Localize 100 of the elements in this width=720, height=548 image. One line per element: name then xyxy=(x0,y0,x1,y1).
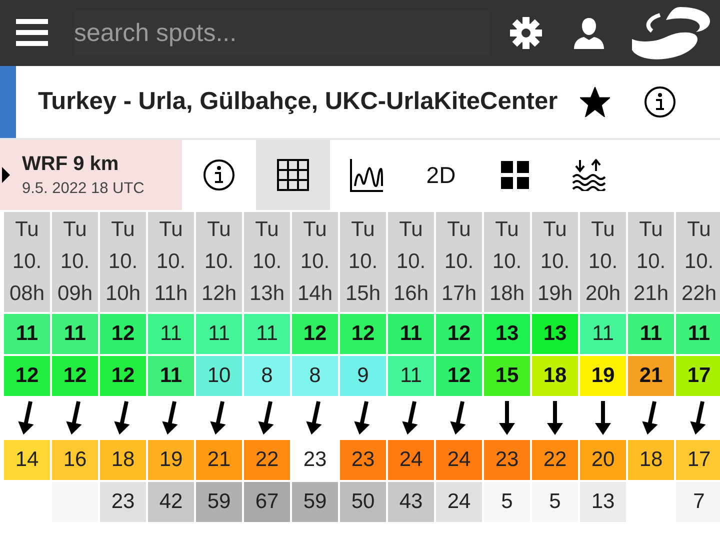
hour: 10h xyxy=(105,281,141,307)
hour: 22h xyxy=(681,281,717,307)
cloud-cover-cell: 5 xyxy=(484,482,530,522)
date: 10. xyxy=(12,249,42,275)
temperature-cell: 23 xyxy=(340,440,386,480)
wind-gust-cell: 8 xyxy=(292,356,338,396)
cloud-cover-cell: 5 xyxy=(532,482,578,522)
wind-speed-cell: 11 xyxy=(676,314,720,354)
temperature-cell: 24 xyxy=(388,440,434,480)
hour: 12h xyxy=(201,281,237,307)
temperature-cell: 20 xyxy=(580,440,626,480)
temperature-cell: 21 xyxy=(196,440,242,480)
weekday: Tu xyxy=(303,217,327,243)
weekday: Tu xyxy=(63,217,87,243)
hour: 21h xyxy=(633,281,669,307)
temperature-cell: 24 xyxy=(436,440,482,480)
hour: 13h xyxy=(249,281,285,307)
weekday: Tu xyxy=(591,217,615,243)
date: 10. xyxy=(300,249,330,275)
temperature-cell: 19 xyxy=(148,440,194,480)
weekday: Tu xyxy=(255,217,279,243)
accent-strip xyxy=(0,66,16,138)
temperature-cell: 22 xyxy=(244,440,290,480)
logo-icon[interactable] xyxy=(630,5,712,61)
cloud-cover-cell: 42 xyxy=(148,482,194,522)
wind-speed-cell: 12 xyxy=(340,314,386,354)
temperature-cell: 22 xyxy=(532,440,578,480)
wind-gust-cell: 12 xyxy=(52,356,98,396)
wind-gust-cell: 21 xyxy=(628,356,674,396)
date: 10. xyxy=(588,249,618,275)
hour: 20h xyxy=(585,281,621,307)
weekday: Tu xyxy=(351,217,375,243)
wind-speed-cell: 11 xyxy=(628,314,674,354)
temperature-cell: 23 xyxy=(484,440,530,480)
wind-gust-cell: 12 xyxy=(100,356,146,396)
hour: 17h xyxy=(441,281,477,307)
temperature-cell: 18 xyxy=(100,440,146,480)
hour: 15h xyxy=(345,281,381,307)
weekday: Tu xyxy=(687,217,711,243)
wind-speed-cell: 11 xyxy=(196,314,242,354)
wind-speed-cell: 11 xyxy=(4,314,50,354)
wind-gust-cell: 17 xyxy=(676,356,720,396)
temperature-cell: 17 xyxy=(676,440,720,480)
star-icon[interactable] xyxy=(580,87,610,117)
tide-icon[interactable] xyxy=(572,159,606,191)
info-icon[interactable] xyxy=(644,86,676,118)
wind-gust-cell: 19 xyxy=(580,356,626,396)
date: 10. xyxy=(156,249,186,275)
cloud-cover-cell: 13 xyxy=(580,482,626,522)
hour: 19h xyxy=(537,281,573,307)
hour: 09h xyxy=(57,281,93,307)
wind-speed-cell: 11 xyxy=(148,314,194,354)
wind-speed-cell: 12 xyxy=(100,314,146,354)
wind-gust-cell: 10 xyxy=(196,356,242,396)
wind-speed-cell: 11 xyxy=(388,314,434,354)
weekday: Tu xyxy=(399,217,423,243)
view-tab[interactable]: 2D xyxy=(426,162,456,188)
weekday: Tu xyxy=(447,217,471,243)
wind-gust-cell: 12 xyxy=(4,356,50,396)
wind-gust-cell: 18 xyxy=(532,356,578,396)
cloud-cover-cell: 7 xyxy=(676,482,720,522)
weekday: Tu xyxy=(207,217,231,243)
weekday: Tu xyxy=(639,217,663,243)
temperature-cell: 14 xyxy=(4,440,50,480)
menu-icon[interactable] xyxy=(16,19,48,47)
user-icon[interactable] xyxy=(574,17,604,49)
settings-icon[interactable] xyxy=(510,17,542,49)
grid-icon[interactable] xyxy=(277,159,309,191)
wind-gust-cell: 8 xyxy=(244,356,290,396)
cloud-cover-cell: 67 xyxy=(244,482,290,522)
date: 10. xyxy=(348,249,378,275)
cloud-cover-cell: 43 xyxy=(388,482,434,522)
wind-gust-cell: 12 xyxy=(436,356,482,396)
hour: 18h xyxy=(489,281,525,307)
wind-gust-cell: 9 xyxy=(340,356,386,396)
weekday: Tu xyxy=(111,217,135,243)
info-icon[interactable] xyxy=(203,159,235,191)
wind-speed-cell: 13 xyxy=(484,314,530,354)
model-name: WRF 9 km xyxy=(22,152,120,176)
chart-icon[interactable] xyxy=(350,158,384,192)
date: 10. xyxy=(636,249,666,275)
temperature-cell: 16 xyxy=(52,440,98,480)
hour: 14h xyxy=(297,281,333,307)
weekday: Tu xyxy=(15,217,39,243)
date: 10. xyxy=(108,249,138,275)
weekday: Tu xyxy=(495,217,519,243)
selected-tab-background[interactable] xyxy=(256,140,330,210)
tiles-icon[interactable] xyxy=(501,161,529,189)
wind-gust-cell: 11 xyxy=(148,356,194,396)
date: 10. xyxy=(60,249,90,275)
wind-gust-cell: 11 xyxy=(388,356,434,396)
cloud-cover-cell: 50 xyxy=(340,482,386,522)
wind-speed-cell: 12 xyxy=(436,314,482,354)
date: 10. xyxy=(204,249,234,275)
model-selector[interactable]: WRF 9 km 9.5. 2022 18 UTC xyxy=(0,140,182,210)
caret-icon xyxy=(2,167,10,183)
date: 10. xyxy=(252,249,282,275)
wind-gust-cell: 15 xyxy=(484,356,530,396)
wind-speed-cell: 11 xyxy=(244,314,290,354)
date: 10. xyxy=(540,249,570,275)
